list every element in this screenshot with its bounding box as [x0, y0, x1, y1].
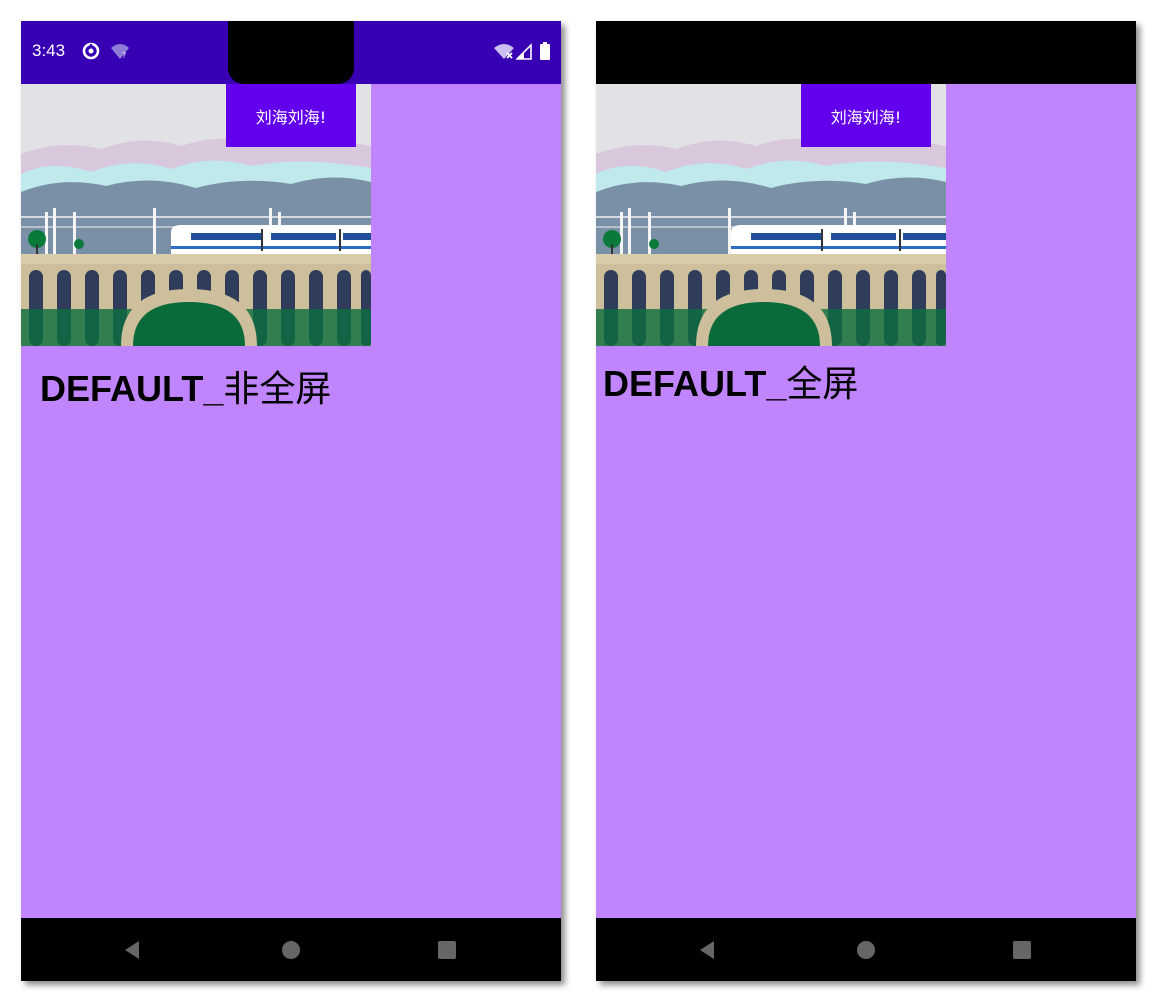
mode-label: DEFAULT_全屏: [603, 355, 858, 407]
home-icon[interactable]: [277, 936, 305, 964]
back-icon[interactable]: [694, 936, 722, 964]
nav-bar: [21, 918, 561, 981]
mode-label: DEFAULT_非全屏: [40, 360, 331, 412]
phone-screen-right: 刘海刘海! DEFAULT_全屏: [596, 21, 1136, 981]
home-icon[interactable]: [852, 936, 880, 964]
status-bar: 3:43 ?: [21, 21, 561, 84]
svg-text:?: ?: [122, 51, 126, 60]
cell-signal-icon: [516, 43, 532, 60]
recents-icon[interactable]: [1008, 936, 1036, 964]
status-bar: [596, 21, 1136, 84]
nav-bar: [596, 918, 1136, 981]
mode-label-en: DEFAULT_: [603, 363, 787, 404]
mode-label-zh: 全屏: [786, 364, 859, 405]
recents-icon[interactable]: [433, 936, 461, 964]
notch-button[interactable]: 刘海刘海!: [801, 84, 931, 147]
display-notch: [228, 21, 354, 84]
battery-icon: [540, 42, 550, 60]
mode-label-en: DEFAULT_: [40, 368, 224, 409]
wifi-question-icon: ?: [111, 44, 129, 60]
back-icon[interactable]: [119, 936, 147, 964]
mode-label-zh: 非全屏: [223, 369, 332, 410]
app-content: 刘海刘海! DEFAULT_非全屏: [21, 84, 561, 918]
notch-button[interactable]: 刘海刘海!: [226, 84, 356, 147]
app-content: 刘海刘海! DEFAULT_全屏: [596, 84, 1136, 918]
phone-screen-left: 3:43 ? 刘海刘海! DEFAULT_非全屏: [21, 21, 561, 981]
wifi-no-internet-icon: [494, 44, 514, 59]
status-time: 3:43: [32, 41, 66, 60]
data-saver-icon: [82, 42, 100, 60]
